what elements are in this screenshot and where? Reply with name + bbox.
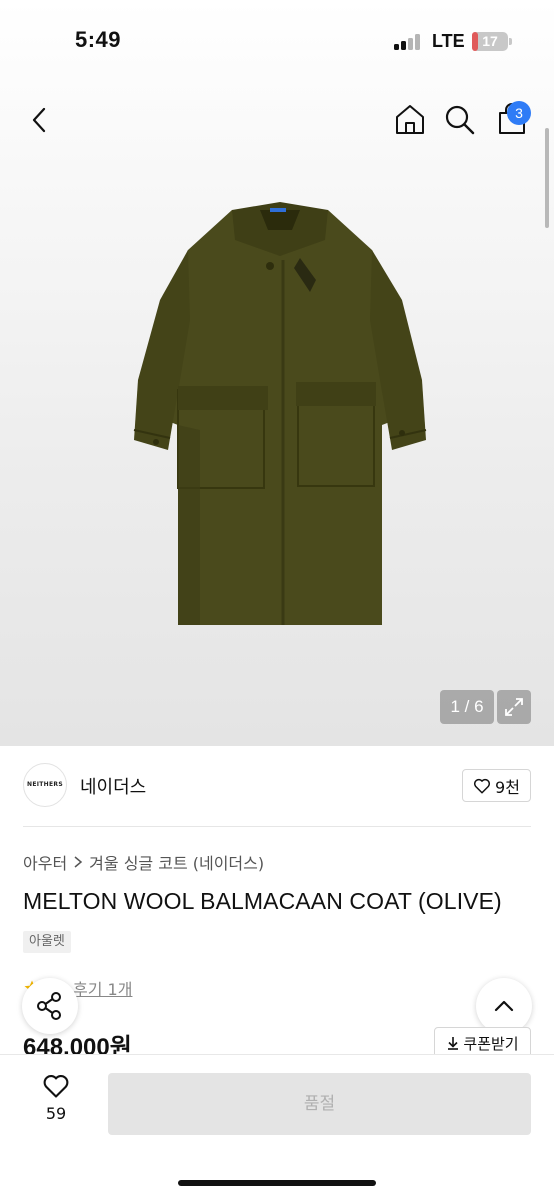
search-icon — [445, 105, 475, 135]
back-button[interactable] — [22, 100, 58, 140]
brand-like-count: 9천 — [495, 777, 520, 797]
expand-image-button[interactable] — [497, 690, 531, 724]
wishlist-count: 59 — [45, 1104, 67, 1123]
share-icon — [37, 992, 61, 1020]
search-button[interactable] — [440, 100, 480, 140]
download-icon — [448, 1037, 459, 1050]
product-image[interactable] — [120, 180, 440, 640]
status-bar: 5:49 LTE 17 — [0, 0, 554, 84]
status-time: 5:49 — [75, 27, 122, 52]
heart-icon — [474, 778, 491, 793]
brand-logo[interactable]: NEITHERS — [23, 763, 67, 807]
battery-icon: 17 — [472, 32, 508, 51]
battery-level: 17 — [482, 33, 498, 49]
chevron-right-icon — [74, 856, 83, 868]
brand-name[interactable]: 네이더스 — [80, 773, 146, 799]
outlet-tag: 아울렛 — [23, 931, 71, 953]
breadcrumb-item[interactable]: 아우터 — [23, 850, 67, 874]
brand-like-button[interactable]: 9천 — [462, 769, 531, 802]
network-type: LTE — [432, 31, 465, 51]
breadcrumb: 아우터 겨울 싱글 코트 (네이더스) — [23, 850, 264, 874]
signal-icon — [394, 34, 424, 50]
divider — [23, 826, 531, 827]
scroll-indicator — [545, 128, 549, 228]
image-counter: 1 / 6 — [440, 690, 494, 724]
back-icon — [32, 107, 46, 133]
heart-icon — [43, 1075, 69, 1098]
expand-icon — [505, 698, 523, 716]
review-count[interactable]: 후기 1개 — [73, 976, 132, 1000]
home-button[interactable] — [390, 100, 430, 140]
home-icon — [396, 105, 424, 134]
product-title: MELTON WOOL BALMACAAN COAT (OLIVE) — [23, 888, 502, 914]
home-indicator — [178, 1180, 376, 1186]
coupon-label: 쿠폰받기 — [463, 1034, 519, 1053]
chevron-up-icon — [494, 1000, 514, 1012]
sold-out-button[interactable]: 품절 — [108, 1073, 531, 1135]
cart-count-badge: 3 — [507, 101, 531, 125]
coat-illustration — [133, 202, 427, 625]
wishlist-button[interactable]: 59 — [28, 1072, 84, 1132]
scroll-to-top-button[interactable] — [476, 978, 532, 1034]
breadcrumb-item[interactable]: 겨울 싱글 코트 (네이더스) — [89, 850, 264, 874]
share-button[interactable] — [22, 978, 78, 1034]
battery-tip — [509, 38, 512, 45]
